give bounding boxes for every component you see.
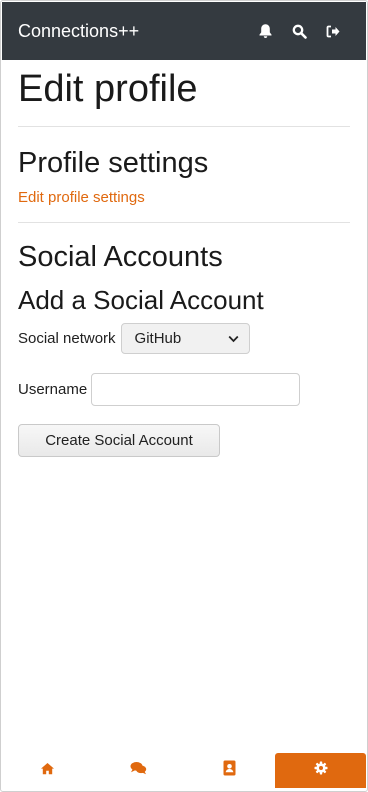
- brand-title[interactable]: Connections++: [18, 21, 248, 42]
- tab-home[interactable]: [2, 753, 93, 788]
- app-frame: Connections++ Edit profile Profile setti…: [0, 0, 368, 792]
- tab-messages[interactable]: [93, 753, 184, 788]
- username-input[interactable]: [91, 373, 301, 406]
- gear-icon: [314, 761, 328, 780]
- divider: [18, 126, 350, 127]
- edit-profile-settings-link[interactable]: Edit profile settings: [18, 189, 145, 206]
- tab-settings[interactable]: [275, 753, 366, 788]
- social-network-value: GitHub: [134, 330, 182, 347]
- search-icon[interactable]: [282, 14, 316, 48]
- username-row: Username: [18, 373, 350, 406]
- bottom-nav: [2, 753, 366, 788]
- chevron-down-icon: [228, 330, 239, 347]
- create-social-account-button[interactable]: Create Social Account: [18, 424, 220, 457]
- page-title: Edit profile: [18, 68, 198, 110]
- bell-icon[interactable]: [248, 14, 282, 48]
- username-label: Username: [18, 381, 88, 398]
- home-icon: [40, 762, 55, 780]
- profile-settings-heading: Profile settings: [18, 147, 209, 179]
- logout-icon[interactable]: [316, 14, 350, 48]
- comments-icon: [130, 761, 147, 780]
- social-network-row: Social network GitHub: [18, 323, 350, 354]
- tab-contacts[interactable]: [184, 753, 275, 788]
- main-content: Edit profile Profile settings Edit profi…: [18, 61, 350, 457]
- top-navbar: Connections++: [2, 2, 366, 60]
- divider: [18, 222, 350, 223]
- social-network-label: Social network: [18, 330, 116, 347]
- social-accounts-heading: Social Accounts: [18, 241, 223, 273]
- social-network-select[interactable]: GitHub: [120, 323, 250, 354]
- top-icons: [248, 14, 350, 48]
- contacts-icon: [222, 760, 237, 781]
- add-social-account-heading: Add a Social Account: [18, 285, 264, 315]
